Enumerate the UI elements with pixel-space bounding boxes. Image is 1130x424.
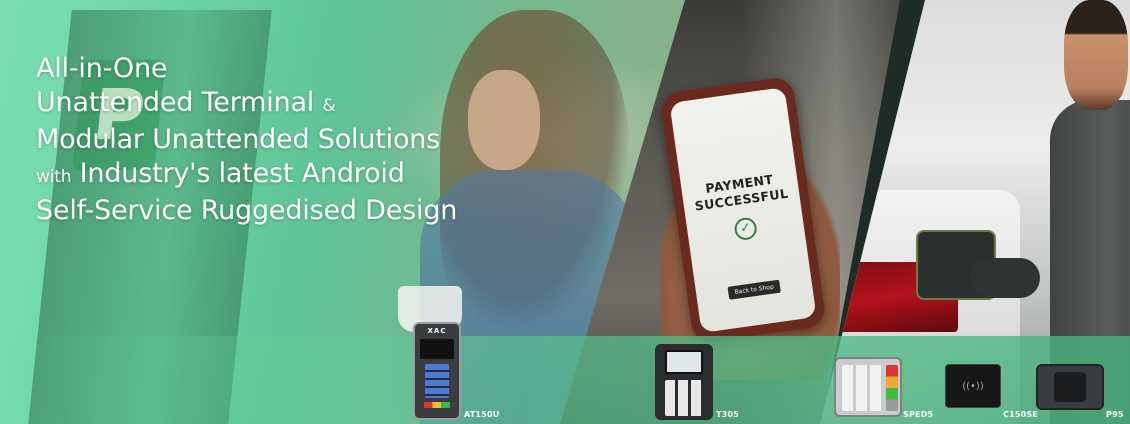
keypad-icon xyxy=(425,364,449,398)
keypad-icon xyxy=(842,365,882,411)
device-sped5-image[interactable] xyxy=(834,357,902,417)
phone-screen: PAYMENT SUCCESSFUL ✓ Back to Shop xyxy=(669,87,817,333)
device-label-t305: T305 xyxy=(716,410,739,419)
headline-line1: All-in-One xyxy=(36,53,168,84)
device-label-sped5: SPED5 xyxy=(903,410,934,419)
device-label-c150se: C150SE xyxy=(1003,410,1038,419)
woman-face xyxy=(468,70,540,170)
headline: All-in-One Unattended Terminal & Modular… xyxy=(36,52,457,228)
device-at150u-image[interactable]: XAC xyxy=(413,322,461,420)
device-p95-image[interactable] xyxy=(1036,364,1104,410)
man-head xyxy=(1064,0,1128,110)
checkmark-icon: ✓ xyxy=(733,216,759,242)
device-brand-logo: XAC xyxy=(427,327,447,335)
keypad-icon xyxy=(665,380,703,416)
device-label-p95: P95 xyxy=(1106,410,1124,419)
glove xyxy=(970,258,1040,298)
headline-line5: Self-Service Ruggedised Design xyxy=(36,195,458,226)
headline-line4: with Industry's latest Android xyxy=(36,158,405,189)
contactless-icon: ((•)) xyxy=(962,381,984,392)
back-to-shop-button: Back to Shop xyxy=(727,279,781,300)
headline-line3: Modular Unattended Solutions xyxy=(36,124,441,155)
headline-line2: Unattended Terminal & xyxy=(36,87,336,118)
promo-banner[interactable]: P PAYMENT SUCCESSFUL ✓ Back to Shop XAC xyxy=(0,0,1130,424)
device-label-at150u: AT150U xyxy=(464,410,500,419)
device-t305-image[interactable] xyxy=(655,344,713,420)
device-c150se-image[interactable]: ((•)) xyxy=(945,364,1001,408)
